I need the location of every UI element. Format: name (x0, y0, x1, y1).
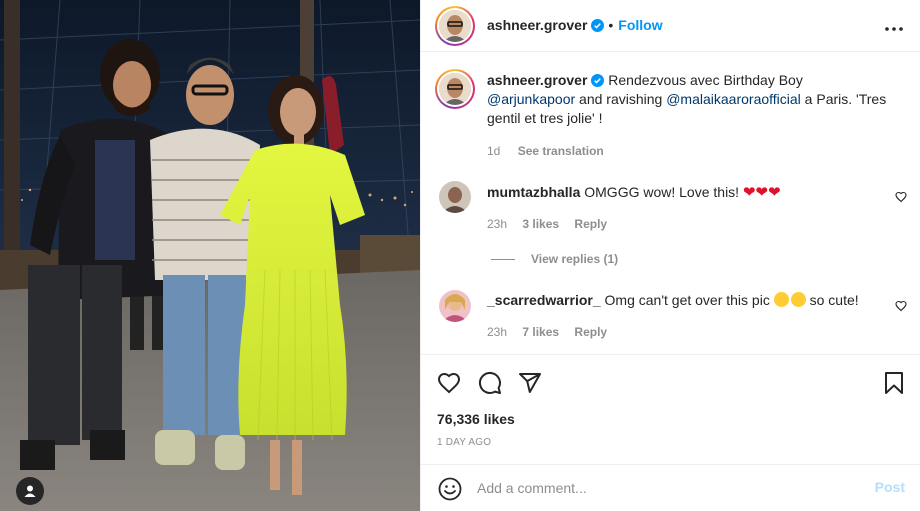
comment-row: mumtazbhalla OMGGG wow! Love this! ❤❤❤ (487, 183, 781, 201)
laughing-emoji-icon (773, 292, 789, 307)
emoji-button[interactable] (438, 477, 462, 504)
commenter-avatar[interactable] (439, 181, 471, 213)
likes-count[interactable]: 76,336 likes (437, 411, 515, 427)
comment-row: _scarredwarrior_ Omg can't get over this… (487, 292, 859, 308)
header-line: ashneer.grover • Follow (487, 17, 663, 33)
reply-button[interactable]: Reply (574, 217, 607, 231)
caption-text: Rendezvous avec Birthday Boy (608, 72, 803, 88)
follow-button[interactable]: Follow (618, 17, 662, 33)
verified-badge-icon (591, 74, 605, 87)
comment-text: Omg can't get over this pic (604, 292, 770, 308)
reply-button[interactable]: Reply (574, 325, 607, 339)
like-comment-button[interactable] (895, 299, 907, 315)
laughing-emoji-icon (790, 292, 806, 307)
comment-username[interactable]: _scarredwarrior_ (487, 292, 601, 308)
like-button[interactable] (437, 371, 461, 398)
caption-username[interactable]: ashneer.grover (487, 72, 587, 88)
post-actions: 76,336 likes 1 DAY AGO (421, 354, 920, 464)
avatar-image (439, 181, 471, 213)
comment-meta: 23h 7 likes Reply (487, 325, 607, 339)
avatar-image (439, 290, 471, 322)
share-button[interactable] (518, 371, 542, 398)
comment-input[interactable] (477, 477, 857, 499)
mention-link[interactable]: @malaikaaroraofficial (666, 91, 801, 107)
avatar-image (439, 10, 471, 42)
save-button[interactable] (883, 371, 905, 398)
commenter-avatar[interactable] (439, 290, 471, 322)
caption-text: and ravishing (575, 91, 667, 107)
post-comment-button[interactable]: Post (875, 479, 905, 495)
user-tag-icon (24, 485, 36, 497)
more-horizontal-icon (885, 27, 903, 31)
caption-time[interactable]: 1d (487, 144, 500, 158)
heart-emojis: ❤❤❤ (742, 184, 781, 201)
verified-badge-icon (591, 19, 605, 32)
user-tag-button[interactable] (16, 477, 44, 505)
share-icon (519, 373, 541, 393)
post-header: ashneer.grover • Follow (421, 0, 920, 52)
emoji-icon (438, 477, 462, 501)
post-details-panel: ashneer.grover • Follow ashneer.grover Ren… (420, 0, 920, 511)
post-photo[interactable] (0, 0, 420, 511)
comments-section: ashneer.grover Rendezvous avec Birthday … (421, 53, 920, 353)
comment-likes[interactable]: 3 likes (522, 217, 559, 231)
comment-time[interactable]: 23h (487, 217, 507, 231)
small-heart-icon (895, 300, 907, 312)
caption-meta: 1d See translation (487, 144, 604, 158)
caption-author-avatar[interactable] (435, 69, 475, 109)
comment-icon (478, 371, 501, 394)
comment-text: OMGGG wow! Love this! (584, 184, 740, 200)
separator-dot: • (608, 17, 614, 33)
add-comment-bar: Post (421, 464, 920, 511)
post-timestamp[interactable]: 1 DAY AGO (437, 437, 491, 448)
save-icon (885, 372, 903, 394)
reply-line (491, 259, 515, 261)
view-replies-button[interactable]: View replies (1) (491, 252, 618, 266)
more-options-button[interactable] (885, 18, 903, 34)
like-icon (437, 372, 461, 394)
comment-meta: 23h 3 likes Reply (487, 217, 607, 231)
photo-illustration (0, 0, 420, 511)
caption: ashneer.grover Rendezvous avec Birthday … (487, 71, 887, 128)
comment-button[interactable] (478, 371, 502, 398)
author-username[interactable]: ashneer.grover (487, 17, 587, 33)
mention-link[interactable]: @arjunkapoor (487, 91, 575, 107)
view-replies-label: View replies (1) (531, 252, 619, 266)
comment-likes[interactable]: 7 likes (522, 325, 559, 339)
avatar-image (439, 73, 471, 105)
like-comment-button[interactable] (895, 190, 907, 206)
small-heart-icon (895, 191, 907, 203)
comment-username[interactable]: mumtazbhalla (487, 184, 580, 200)
comment-time[interactable]: 23h (487, 325, 507, 339)
author-avatar[interactable] (435, 6, 475, 46)
see-translation-button[interactable]: See translation (518, 144, 604, 158)
comment-text-end: so cute! (805, 292, 859, 308)
